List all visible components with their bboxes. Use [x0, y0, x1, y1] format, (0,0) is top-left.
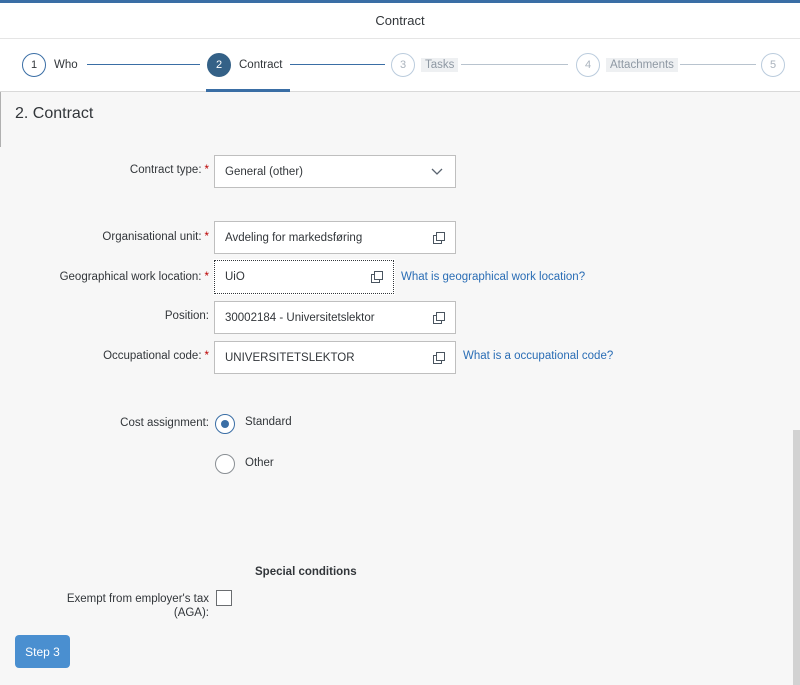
aga-checkbox[interactable]	[216, 590, 232, 606]
org-unit-value: Avdeling for markedsføring	[225, 231, 363, 244]
geo-location-label: Geographical work location: *	[59, 271, 209, 283]
radio-other-label[interactable]: Other	[245, 457, 274, 469]
step-3-button[interactable]: Step 3	[15, 635, 70, 668]
step-number-1: 1	[22, 53, 46, 77]
required-marker: *	[204, 271, 209, 283]
aga-label: Exempt from employer's tax (AGA):	[67, 592, 209, 620]
geo-location-input[interactable]: UiO	[213, 259, 395, 295]
step-connector	[680, 64, 756, 65]
position-input[interactable]: 30002184 - Universitetslektor	[214, 301, 456, 334]
panel-edge	[0, 92, 1, 147]
chevron-down-icon[interactable]	[431, 168, 443, 176]
contract-type-value: General (other)	[225, 165, 303, 178]
required-marker: *	[204, 231, 209, 243]
special-conditions-heading: Special conditions	[255, 566, 357, 578]
radio-standard-label[interactable]: Standard	[245, 416, 292, 428]
value-help-icon[interactable]	[433, 311, 445, 324]
occupational-code-input[interactable]: UNIVERSITETSLEKTOR	[214, 341, 456, 374]
aga-label-line2: (AGA):	[173, 607, 209, 619]
value-help-icon[interactable]	[371, 271, 383, 283]
occupational-code-label: Occupational code: *	[103, 350, 209, 362]
required-marker: *	[204, 164, 209, 176]
occupational-code-help-link[interactable]: What is a occupational code?	[463, 350, 613, 362]
org-unit-label: Organisational unit: *	[102, 231, 209, 243]
contract-type-label: Contract type: *	[129, 164, 209, 176]
step-number-5: 5	[761, 53, 785, 77]
wizard-step-contract[interactable]: 2 Contract	[207, 52, 282, 78]
wizard-step-tasks: 3 Tasks	[391, 52, 459, 78]
step-number-3: 3	[391, 53, 415, 77]
wizard-step-5: 5	[761, 52, 785, 78]
required-marker: *	[204, 350, 209, 362]
org-unit-input[interactable]: Avdeling for markedsføring	[214, 221, 456, 254]
geo-location-value: UiO	[225, 271, 245, 283]
wizard-step-attachments: 4 Attachments	[576, 52, 678, 78]
step-connector	[87, 64, 200, 65]
aga-label-line1: Exempt from employer's tax	[66, 593, 209, 605]
step-connector	[290, 64, 385, 65]
step-label-attachments: Attachments	[606, 58, 678, 72]
active-step-indicator	[206, 89, 290, 92]
radio-other[interactable]	[215, 454, 235, 474]
position-label: Position:	[164, 310, 209, 322]
window-title-text: Contract	[375, 13, 425, 28]
step-number-4: 4	[576, 53, 600, 77]
occupational-code-value: UNIVERSITETSLEKTOR	[225, 351, 355, 364]
step-connector	[461, 64, 568, 65]
position-value: 30002184 - Universitetslektor	[225, 311, 375, 324]
section-title: 2. Contract	[15, 105, 94, 122]
cost-assignment-label: Cost assignment:	[120, 417, 209, 429]
radio-standard[interactable]	[215, 414, 235, 434]
step-label-contract: Contract	[239, 59, 283, 71]
window-title: Contract	[0, 3, 800, 39]
value-help-icon[interactable]	[433, 231, 445, 244]
value-help-icon[interactable]	[433, 351, 445, 364]
step-number-2: 2	[207, 53, 231, 77]
wizard-step-who[interactable]: 1 Who	[22, 52, 78, 78]
geo-location-help-link[interactable]: What is geographical work location?	[401, 271, 585, 283]
scrollbar[interactable]	[793, 430, 800, 685]
step-label-who: Who	[54, 59, 78, 71]
wizard-progress-bar: 1 Who 2 Contract 3 Tasks 4 Attachments 5	[0, 39, 800, 92]
contract-type-select[interactable]: General (other)	[214, 155, 456, 188]
step-label-tasks: Tasks	[421, 58, 459, 72]
